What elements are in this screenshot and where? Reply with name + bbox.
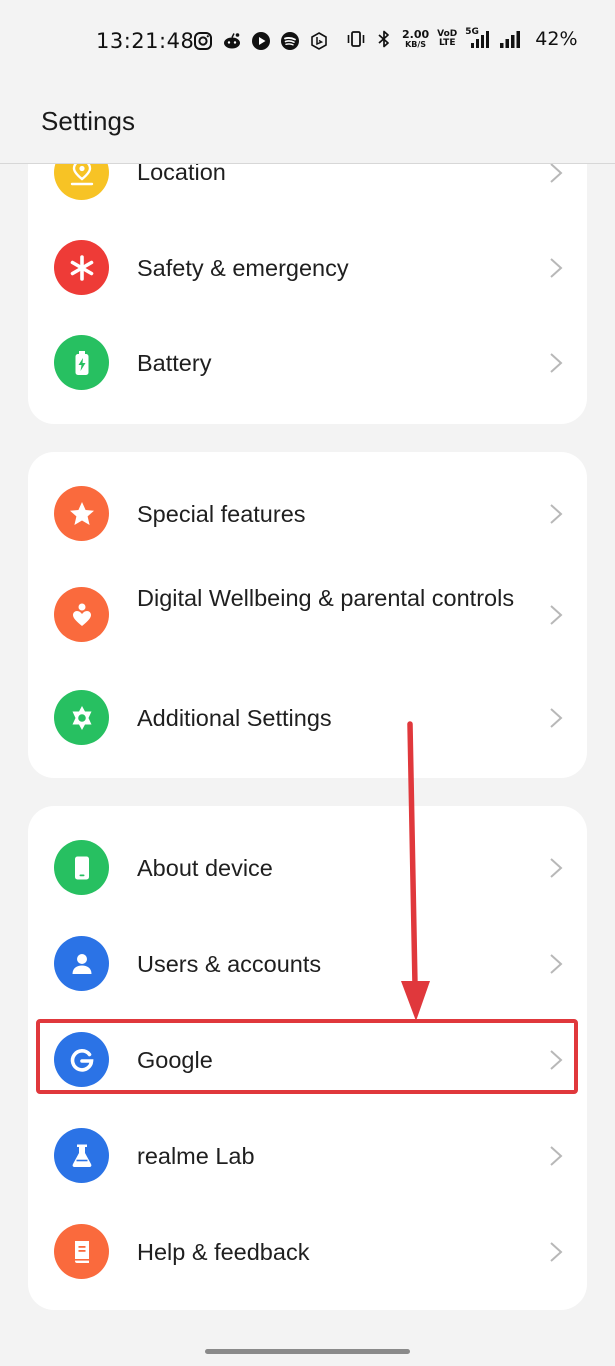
chevron-right-icon [550, 954, 563, 974]
settings-item-label: Users & accounts [137, 951, 322, 977]
network-5g: 5G [465, 28, 491, 50]
star-icon [54, 486, 109, 541]
chevron-right-icon [550, 858, 563, 878]
bing-icon [311, 32, 327, 50]
home-indicator[interactable] [205, 1349, 410, 1354]
settings-item-label: About device [137, 855, 273, 881]
phone-icon [54, 840, 109, 895]
person-icon [54, 936, 109, 991]
settings-item-digital-wellbeing[interactable]: Digital Wellbeing & parental controls [28, 562, 587, 670]
spotify-icon [281, 32, 299, 50]
settings-item-label: realme Lab [137, 1143, 255, 1169]
vibrate-icon [347, 31, 365, 47]
chevron-right-icon [550, 353, 563, 373]
bluetooth-icon [378, 30, 389, 48]
net-speed-value: 2.00 [402, 28, 430, 41]
chevron-right-icon [550, 504, 563, 524]
battery-icon [54, 335, 109, 390]
settings-item-battery[interactable]: Battery [28, 316, 587, 412]
settings-item-additional-settings[interactable]: Additional Settings [28, 670, 587, 766]
chevron-right-icon [550, 1146, 563, 1166]
gear-icon [54, 690, 109, 745]
settings-item-label: Digital Wellbeing & parental controls [137, 585, 515, 611]
settings-item-about-device[interactable]: About device [28, 820, 587, 916]
instagram-icon [194, 32, 212, 50]
settings-item-realme-lab[interactable]: realme Lab [28, 1108, 587, 1204]
wellbeing-icon [54, 587, 109, 642]
chevron-right-icon [550, 1242, 563, 1262]
settings-item-label: Battery [137, 350, 212, 376]
settings-item-users-accounts[interactable]: Users & accounts [28, 916, 587, 1012]
status-time: 13:21:48 [96, 29, 195, 53]
settings-screen: 13:21:48 2.00 KB/S VoD LTE 5G 42% Settin… [0, 0, 615, 1366]
status-bar: 13:21:48 2.00 KB/S VoD LTE 5G 42% [0, 0, 615, 84]
asterisk-icon [54, 240, 109, 295]
battery-percent: 42% [535, 28, 578, 50]
chevron-right-icon [550, 605, 563, 625]
network-bars-icon [471, 31, 490, 48]
settings-item-help-feedback[interactable]: Help & feedback [28, 1204, 587, 1300]
chevron-right-icon [550, 163, 563, 183]
reddit-icon [224, 33, 240, 49]
settings-item-label: Additional Settings [137, 705, 332, 731]
signal-icon [500, 31, 521, 48]
google-highlight-box [36, 1019, 578, 1094]
system-icons: 2.00 KB/S VoD LTE 5G 42% [346, 28, 578, 50]
settings-item-label: Help & feedback [137, 1239, 310, 1265]
chevron-right-icon [550, 258, 563, 278]
settings-item-special-features[interactable]: Special features [28, 466, 587, 562]
page-title: Settings [41, 106, 135, 136]
chevron-right-icon [550, 708, 563, 728]
app-header: Settings [0, 84, 615, 164]
youtube-icon [252, 32, 270, 50]
settings-group-2: Special features Digital Wellbeing & par… [28, 452, 587, 778]
settings-item-safety-emergency[interactable]: Safety & emergency [28, 220, 587, 316]
settings-item-label: Special features [137, 501, 306, 527]
volte-bottom: LTE [438, 38, 456, 48]
net-speed-unit: KB/S [405, 40, 427, 49]
book-icon [54, 1224, 109, 1279]
notification-icons [193, 31, 329, 51]
volte-indicator: VoD LTE [437, 30, 457, 48]
flask-icon [54, 1128, 109, 1183]
net-speed: 2.00 KB/S [402, 29, 429, 49]
settings-item-label: Safety & emergency [137, 255, 349, 281]
